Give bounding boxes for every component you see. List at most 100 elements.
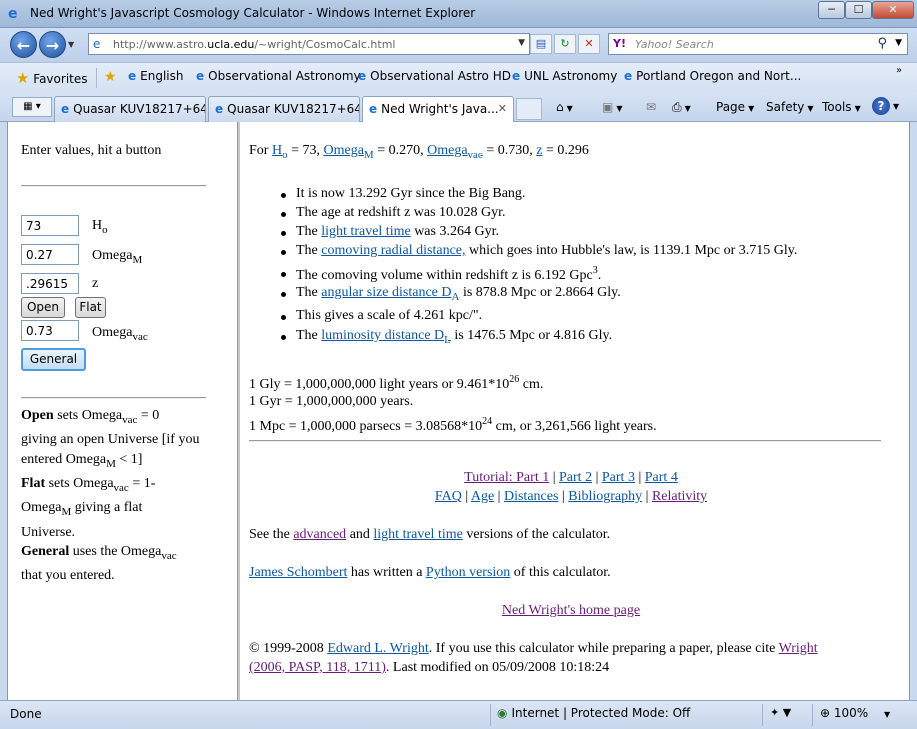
- result-age-at-z: The age at redshift z was 10.028 Gyr.: [281, 205, 506, 220]
- ie-page-icon: e: [196, 69, 205, 83]
- quick-tabs-button[interactable]: ▦ ▾: [12, 97, 52, 117]
- tutorial-part2-link[interactable]: Part 2: [559, 470, 592, 485]
- intro-text: Enter values, hit a button: [21, 143, 162, 158]
- faq-link[interactable]: FAQ: [435, 489, 462, 504]
- tutorial-part1-link[interactable]: Tutorial: Part 1: [464, 470, 549, 485]
- omega-m-input[interactable]: [21, 244, 79, 265]
- advanced-version-link[interactable]: advanced: [293, 527, 346, 542]
- frame-splitter[interactable]: [237, 122, 240, 700]
- back-button[interactable]: ←: [10, 31, 37, 58]
- forward-arrow-icon: →: [45, 36, 60, 55]
- forward-button[interactable]: →: [39, 31, 66, 58]
- feeds-button[interactable]: ▣ ▼: [602, 100, 623, 114]
- tools-menu[interactable]: Tools ▼: [822, 100, 861, 114]
- divider: [21, 397, 206, 399]
- home-button[interactable]: ⌂ ▼: [556, 100, 573, 114]
- refresh-icon: ↻: [560, 37, 570, 50]
- compatibility-view-button[interactable]: ▤: [530, 34, 552, 54]
- omega-m-label: OmegaM: [92, 248, 143, 266]
- divider: [812, 704, 813, 726]
- distances-link[interactable]: Distances: [504, 489, 558, 504]
- favorites-button[interactable]: ★ Favorites: [16, 69, 88, 87]
- refresh-button[interactable]: ↻: [554, 34, 576, 54]
- home-page-link[interactable]: Ned Wright's home page: [502, 603, 640, 618]
- search-box[interactable]: Y! Yahoo! Search ⚲ ▼: [608, 33, 908, 55]
- schombert-link[interactable]: James Schombert: [249, 565, 347, 580]
- open-help-line1: Open sets Omegavac = 0: [21, 408, 160, 426]
- footer-line2: (2006, PASP, 118, 1711). Last modified o…: [249, 660, 610, 675]
- omega-m-link[interactable]: OmegaM: [323, 143, 373, 161]
- result-comoving-volume: The comoving volume within redshift z is…: [280, 265, 602, 283]
- search-options-dropdown-icon[interactable]: ▼: [895, 38, 902, 48]
- python-version-note: James Schombert has written a Python ver…: [249, 565, 611, 580]
- title-bar: e Ned Wright's Javascript Cosmology Calc…: [0, 0, 917, 28]
- mail-icon: ✉: [646, 100, 657, 114]
- result-comoving-distance: The comoving radial distance, which goes…: [280, 243, 798, 258]
- python-version-link[interactable]: Python version: [426, 565, 510, 580]
- maximize-button[interactable]: ☐: [845, 1, 872, 19]
- help-dropdown-icon[interactable]: ▼: [893, 102, 899, 111]
- favorite-link-observational-astro-hd[interactable]: e Observational Astro HD: [358, 69, 511, 87]
- divider: [762, 704, 763, 726]
- yahoo-icon: Y!: [613, 37, 626, 50]
- omega-vac-link[interactable]: Omegavac: [427, 143, 483, 161]
- h0-link[interactable]: Ho: [272, 143, 288, 161]
- tab-quasar-1[interactable]: e Quasar KUV18217+64...: [54, 96, 206, 122]
- zoom-icon: ⊕: [820, 706, 831, 720]
- angular-size-distance-link[interactable]: angular size distance DA: [321, 285, 459, 303]
- citation-link-cont[interactable]: (2006, PASP, 118, 1711): [249, 660, 386, 675]
- favorites-star-icon: ★: [16, 69, 30, 87]
- favorite-link-portland[interactable]: e Portland Oregon and Nort...: [624, 69, 801, 87]
- favorite-link-observational-astronomy[interactable]: e Observational Astronomy: [196, 69, 361, 87]
- z-input[interactable]: [21, 273, 79, 294]
- ie-page-icon: e: [358, 69, 367, 83]
- flat-help-line2: OmegaM giving a flat: [21, 500, 143, 518]
- tab-cosmocalc[interactable]: e Ned Wright's Java... ✕: [362, 96, 514, 123]
- tutorial-part3-link[interactable]: Part 3: [602, 470, 635, 485]
- safety-menu[interactable]: Safety ▼: [766, 100, 814, 114]
- recent-pages-dropdown[interactable]: ▼: [68, 40, 78, 49]
- citation-link[interactable]: Wright: [779, 641, 818, 656]
- read-mail-button[interactable]: ✉: [646, 100, 656, 114]
- minimize-button[interactable]: ─: [818, 1, 845, 19]
- search-input[interactable]: Yahoo! Search: [635, 38, 714, 51]
- favorite-link-english[interactable]: e English: [128, 69, 183, 87]
- open-help-line3: entered OmegaM < 1]: [21, 452, 143, 470]
- chevron-right-icon[interactable]: »: [896, 65, 902, 76]
- author-link[interactable]: Edward L. Wright: [327, 641, 428, 656]
- general-button[interactable]: General: [21, 348, 86, 371]
- address-url[interactable]: http://www.astro.ucla.edu/~wright/CosmoC…: [113, 38, 395, 51]
- luminosity-distance-link[interactable]: luminosity distance DL: [321, 328, 451, 346]
- bibliography-link[interactable]: Bibliography: [568, 489, 642, 504]
- light-travel-version-link[interactable]: light travel time: [373, 527, 462, 542]
- h0-input[interactable]: [21, 215, 79, 236]
- print-button[interactable]: ⎙ ▼: [672, 100, 691, 115]
- favorite-link-unl-astronomy[interactable]: e UNL Astronomy: [512, 69, 617, 87]
- omega-vac-input[interactable]: [21, 320, 79, 341]
- light-travel-time-link[interactable]: light travel time: [321, 224, 410, 239]
- open-button[interactable]: Open: [21, 297, 65, 318]
- address-bar[interactable]: e http://www.astro.ucla.edu/~wright/Cosm…: [88, 33, 530, 55]
- stop-button[interactable]: ✕: [578, 34, 600, 54]
- tutorial-part4-link[interactable]: Part 4: [645, 470, 678, 485]
- help-icon[interactable]: ?: [872, 97, 890, 115]
- age-link[interactable]: Age: [471, 489, 494, 504]
- close-tab-icon[interactable]: ✕: [498, 102, 507, 115]
- zoom-control[interactable]: ⊕ 100% ▼: [820, 706, 890, 720]
- close-window-button[interactable]: ✕: [872, 1, 914, 19]
- add-favorite-button[interactable]: ★: [104, 69, 117, 87]
- navigation-bar: ← → ▼ e http://www.astro.ucla.edu/~wrigh…: [0, 28, 917, 62]
- security-zone[interactable]: ◉ Internet | Protected Mode: Off: [497, 706, 690, 720]
- tab-quasar-2[interactable]: e Quasar KUV18217+64...: [208, 96, 360, 122]
- search-icon[interactable]: ⚲: [877, 36, 887, 51]
- new-tab-button[interactable]: [516, 98, 542, 120]
- relativity-link[interactable]: Relativity: [652, 489, 707, 504]
- unit-mpc: 1 Mpc = 1,000,000 parsecs = 3.08568*1024…: [249, 416, 657, 434]
- input-frame: Enter values, hit a button Ho OmegaM z O…: [8, 122, 237, 700]
- address-dropdown-icon[interactable]: ▼: [518, 38, 525, 48]
- comoving-distance-link[interactable]: comoving radial distance,: [321, 243, 465, 258]
- ie-page-icon: e: [624, 69, 633, 83]
- page-menu[interactable]: Page ▼: [716, 100, 754, 114]
- protected-mode-dropdown[interactable]: ✦ ▼: [770, 706, 791, 719]
- flat-button[interactable]: Flat: [75, 297, 106, 318]
